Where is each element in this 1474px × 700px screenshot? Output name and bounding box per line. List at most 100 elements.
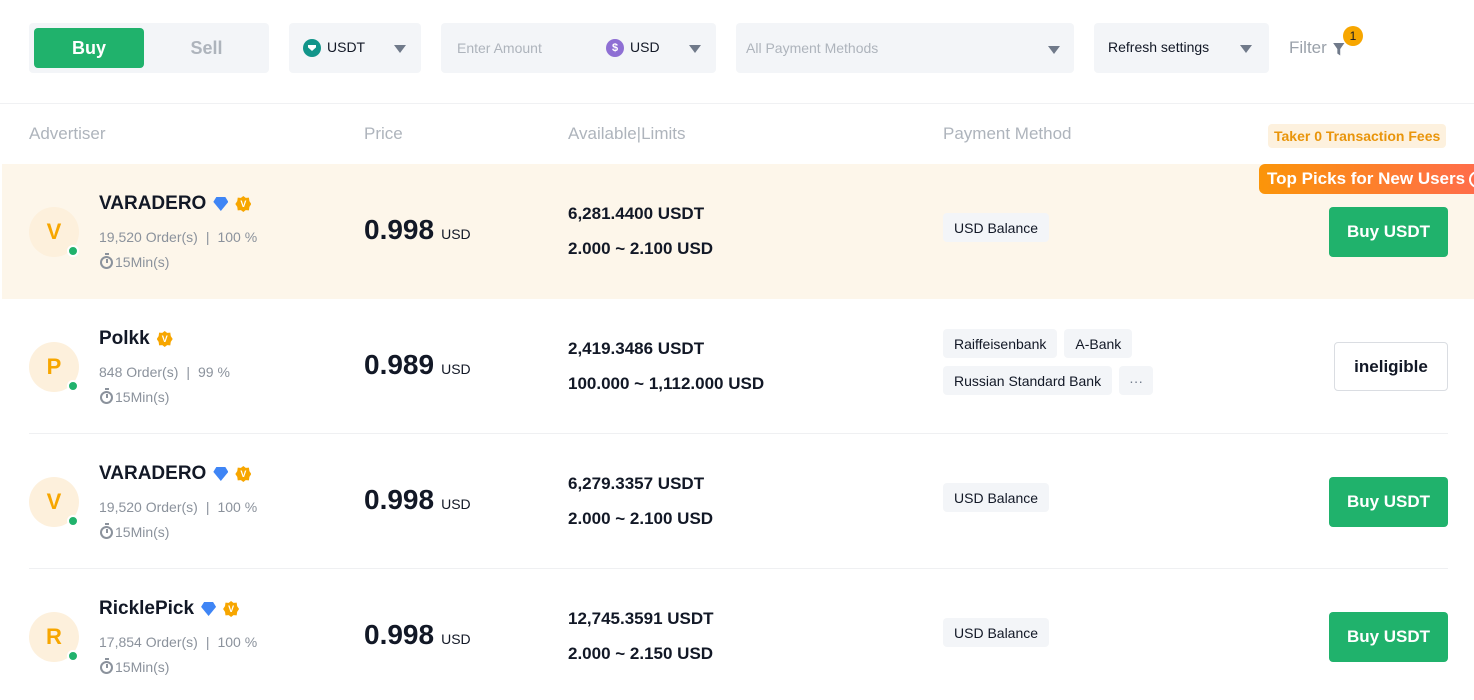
order-limits: 2.000 ~ 2.150 USD <box>568 644 714 663</box>
verified-icon <box>201 602 217 616</box>
price-value: 0.989 <box>364 349 435 380</box>
avatar-initial: P <box>46 354 62 379</box>
payment-methods: USD Balance <box>943 483 1203 512</box>
table-row: R RicklePick V 17,854 Order(s) | 100 % 15M… <box>0 569 1474 700</box>
caret-down-icon <box>1048 46 1060 54</box>
payment-time: 15Min(s) <box>100 252 170 270</box>
avatar[interactable]: R <box>29 612 79 662</box>
available-amount: 6,279.3357 USDT <box>568 474 705 493</box>
payment-method-tag: USD Balance <box>943 618 1050 647</box>
advertiser-stats: 19,520 Order(s) | 100 % <box>99 499 258 515</box>
payment-time-value: 15Min(s) <box>115 389 170 405</box>
amount-input[interactable] <box>441 23 601 73</box>
payment-method-tag: Russian Standard Bank <box>943 366 1113 395</box>
usdt-icon <box>303 39 321 57</box>
advertiser-name[interactable]: VARADERO <box>99 193 206 215</box>
price-value: 0.998 <box>364 214 435 245</box>
help-icon[interactable]: ? <box>1469 170 1474 188</box>
taker-fees-badge: Taker 0 Transaction Fees <box>1268 124 1447 148</box>
price-currency: USD <box>441 496 471 512</box>
price: 0.998 USD <box>364 214 471 246</box>
price-currency: USD <box>441 631 471 647</box>
payment-time: 15Min(s) <box>100 522 170 540</box>
order-limits: 100.000 ~ 1,112.000 USD <box>568 374 765 393</box>
payment-methods: USD Balance <box>943 213 1203 242</box>
buy-usdt-button[interactable]: Buy USDT <box>1329 477 1448 527</box>
advertiser-stats: 19,520 Order(s) | 100 % <box>99 229 258 245</box>
advertiser-name[interactable]: VARADERO <box>99 463 206 485</box>
advertiser-name[interactable]: Polkk <box>99 328 150 350</box>
available-amount: 2,419.3486 USDT <box>568 339 705 358</box>
order-limits: 2.000 ~ 2.100 USD <box>568 509 714 528</box>
online-status-icon <box>67 515 79 527</box>
vip-badge-icon: V <box>156 331 173 347</box>
buy-sell-toggle: Buy Sell <box>29 23 269 73</box>
order-count: 848 Order(s) <box>99 364 179 380</box>
avatar[interactable]: V <box>29 207 79 257</box>
price-value: 0.998 <box>364 484 435 515</box>
caret-down-icon <box>1240 45 1252 53</box>
payment-method-select[interactable]: All Payment Methods <box>736 23 1074 73</box>
available-amount: 12,745.3591 USDT <box>568 609 714 628</box>
order-limits: 2.000 ~ 2.100 USD <box>568 239 714 258</box>
vip-badge-icon: V <box>235 196 252 212</box>
advertiser-stats: 17,854 Order(s) | 100 % <box>99 634 258 650</box>
payment-time-value: 15Min(s) <box>115 524 170 540</box>
ineligible-button[interactable]: ineligible <box>1334 342 1448 391</box>
online-status-icon <box>67 650 79 662</box>
payment-methods: USD Balance <box>943 618 1203 647</box>
funnel-icon <box>1332 42 1345 56</box>
price-value: 0.998 <box>364 619 435 650</box>
payment-time-value: 15Min(s) <box>115 254 170 270</box>
completion-rate: 100 % <box>217 229 258 245</box>
online-status-icon <box>67 245 79 257</box>
buy-tab[interactable]: Buy <box>34 28 144 68</box>
timer-icon <box>100 252 113 269</box>
header-advertiser: Advertiser <box>29 124 106 143</box>
avatar[interactable]: V <box>29 477 79 527</box>
usd-icon: $ <box>606 39 624 57</box>
payment-time: 15Min(s) <box>100 387 170 405</box>
timer-icon <box>100 387 113 404</box>
divider <box>0 103 1474 104</box>
advertiser-name[interactable]: RicklePick <box>99 598 194 620</box>
crypto-select-label: USDT <box>327 39 366 55</box>
online-status-icon <box>67 380 79 392</box>
more-methods-icon[interactable]: ··· <box>1119 366 1154 395</box>
amount-field: $ USD <box>441 23 716 73</box>
avatar-initial: V <box>46 219 62 244</box>
verified-icon <box>213 467 229 481</box>
payment-method-tag: A-Bank <box>1064 329 1133 358</box>
price-currency: USD <box>441 361 471 377</box>
payment-time-value: 15Min(s) <box>115 659 170 675</box>
order-count: 19,520 Order(s) <box>99 229 198 245</box>
avatar[interactable]: P <box>29 342 79 392</box>
price: 0.998 USD <box>364 619 471 651</box>
caret-down-icon[interactable] <box>689 45 701 53</box>
payment-method-placeholder: All Payment Methods <box>746 40 879 56</box>
header-price: Price <box>364 124 403 143</box>
sell-tab[interactable]: Sell <box>149 28 264 68</box>
vip-badge-icon: V <box>235 466 252 482</box>
crypto-select[interactable]: USDT <box>289 23 421 73</box>
payment-method-tag: USD Balance <box>943 213 1050 242</box>
price: 0.998 USD <box>364 484 471 516</box>
completion-rate: 100 % <box>217 499 258 515</box>
order-count: 17,854 Order(s) <box>99 634 198 650</box>
buy-usdt-button[interactable]: Buy USDT <box>1329 612 1448 662</box>
price: 0.989 USD <box>364 349 471 381</box>
completion-rate: 100 % <box>217 634 258 650</box>
fiat-select-label[interactable]: USD <box>630 39 660 55</box>
advertiser-stats: 848 Order(s) | 99 % <box>99 364 230 380</box>
table-row: P Polkk V 848 Order(s) | 99 % 15Min(s) 0.9… <box>0 299 1474 434</box>
payment-method-tag: Raiffeisenbank <box>943 329 1058 358</box>
payment-method-tag: USD Balance <box>943 483 1050 512</box>
top-picks-label: Top Picks for New Users <box>1267 169 1466 188</box>
refresh-settings-select[interactable]: Refresh settings <box>1094 23 1269 73</box>
header-available-limits: Available|Limits <box>568 124 686 143</box>
timer-icon <box>100 657 113 674</box>
payment-time: 15Min(s) <box>100 657 170 675</box>
timer-icon <box>100 522 113 539</box>
filter-button[interactable]: Filter 1 <box>1289 23 1363 73</box>
buy-usdt-button[interactable]: Buy USDT <box>1329 207 1448 257</box>
